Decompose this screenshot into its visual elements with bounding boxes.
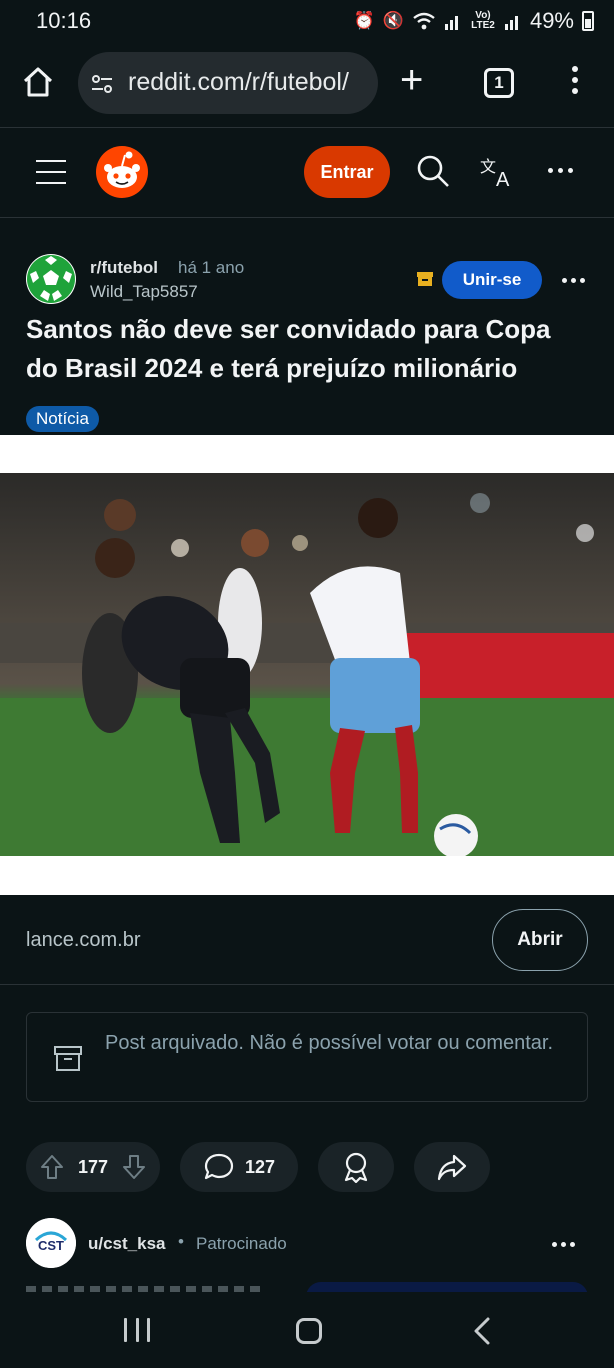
battery-icon: [582, 11, 594, 31]
url-text: reddit.com/r/futebol/: [128, 68, 349, 96]
share-icon: [437, 1154, 467, 1181]
status-icons: ⏰ 🔇 Vo) LTE2 49%: [354, 8, 594, 34]
comments-button[interactable]: 127: [180, 1142, 298, 1192]
svg-text:文: 文: [480, 157, 496, 176]
battery-percent: 49%: [529, 8, 574, 33]
back-icon[interactable]: [470, 1316, 494, 1346]
archived-notice-text: Post arquivado. Não é possível votar ou …: [105, 1032, 554, 1054]
archive-box-icon: [54, 1046, 82, 1071]
archive-icon: [417, 272, 433, 286]
login-button[interactable]: Entrar: [304, 146, 390, 198]
recents-icon[interactable]: [124, 1318, 150, 1342]
award-button[interactable]: [318, 1142, 394, 1192]
more-icon[interactable]: [548, 168, 576, 176]
home-button-icon[interactable]: [296, 1318, 322, 1344]
post-title[interactable]: Santos não deve ser convidado para Copa …: [26, 310, 586, 388]
subreddit-avatar[interactable]: [26, 254, 76, 304]
subreddit-name[interactable]: r/futebol: [90, 258, 158, 278]
comment-icon: [204, 1153, 234, 1180]
link-domain[interactable]: lance.com.br: [26, 929, 141, 952]
reddit-header: Entrar 文 A: [0, 128, 614, 218]
network-label: Vo) LTE2: [471, 10, 495, 31]
post-flair[interactable]: Notícia: [26, 406, 99, 432]
home-icon[interactable]: [20, 64, 56, 100]
wifi-icon: [413, 12, 435, 30]
advertiser-logo-text: CST: [38, 1238, 64, 1253]
sponsored-banner-peek[interactable]: [306, 1282, 588, 1292]
mute-icon: 🔇: [382, 11, 404, 30]
sponsored-post: CST u/cst_ksa • Patrocinado: [0, 1216, 614, 1292]
more-icon[interactable]: [566, 66, 584, 102]
vote-control: 177: [26, 1142, 160, 1192]
site-settings-icon[interactable]: [90, 72, 114, 96]
menu-icon[interactable]: [36, 160, 66, 184]
sponsored-label: Patrocinado: [196, 1234, 287, 1253]
post-author[interactable]: Wild_Tap5857: [90, 282, 198, 302]
advertiser-name[interactable]: u/cst_ksa: [88, 1234, 166, 1254]
downvote-icon[interactable]: [122, 1154, 146, 1180]
reddit-logo-icon[interactable]: [96, 146, 148, 198]
system-nav-bar: [0, 1292, 614, 1368]
award-icon: [344, 1152, 368, 1183]
join-button[interactable]: Unir-se: [442, 261, 542, 299]
meta-separator: •: [178, 1232, 184, 1251]
status-time: 10:16: [36, 8, 92, 33]
signal-icon: [444, 16, 458, 30]
upvote-count: 177: [77, 1156, 109, 1177]
tab-switcher-button[interactable]: 1: [484, 68, 514, 98]
link-row: lance.com.br Abrir: [0, 895, 614, 985]
alarm-icon: ⏰: [353, 11, 375, 30]
post-image[interactable]: [0, 473, 614, 856]
comment-count: 127: [244, 1156, 276, 1177]
svg-text:A: A: [496, 169, 510, 188]
open-link-button[interactable]: Abrir: [492, 909, 588, 971]
new-tab-button[interactable]: +: [400, 60, 423, 100]
browser-toolbar: reddit.com/r/futebol/ + 1: [0, 44, 614, 128]
address-bar[interactable]: reddit.com/r/futebol/: [78, 52, 378, 114]
share-button[interactable]: [414, 1142, 490, 1192]
more-icon[interactable]: [552, 1242, 576, 1248]
post-age: há 1 ano: [178, 258, 245, 277]
archived-notice: Post arquivado. Não é possível votar ou …: [26, 1012, 588, 1102]
cst-logo: CST: [26, 1218, 76, 1268]
signal-icon-2: [504, 16, 518, 30]
more-icon[interactable]: [562, 278, 588, 284]
search-icon[interactable]: [416, 154, 450, 188]
post-actions: 177 127: [0, 1142, 614, 1192]
advertiser-avatar[interactable]: CST: [26, 1218, 76, 1268]
status-bar: 10:16 ⏰ 🔇 Vo) LTE2 49%: [0, 0, 614, 44]
upvote-icon[interactable]: [40, 1154, 64, 1180]
post-media[interactable]: [0, 435, 614, 895]
translate-icon[interactable]: 文 A: [480, 156, 516, 188]
